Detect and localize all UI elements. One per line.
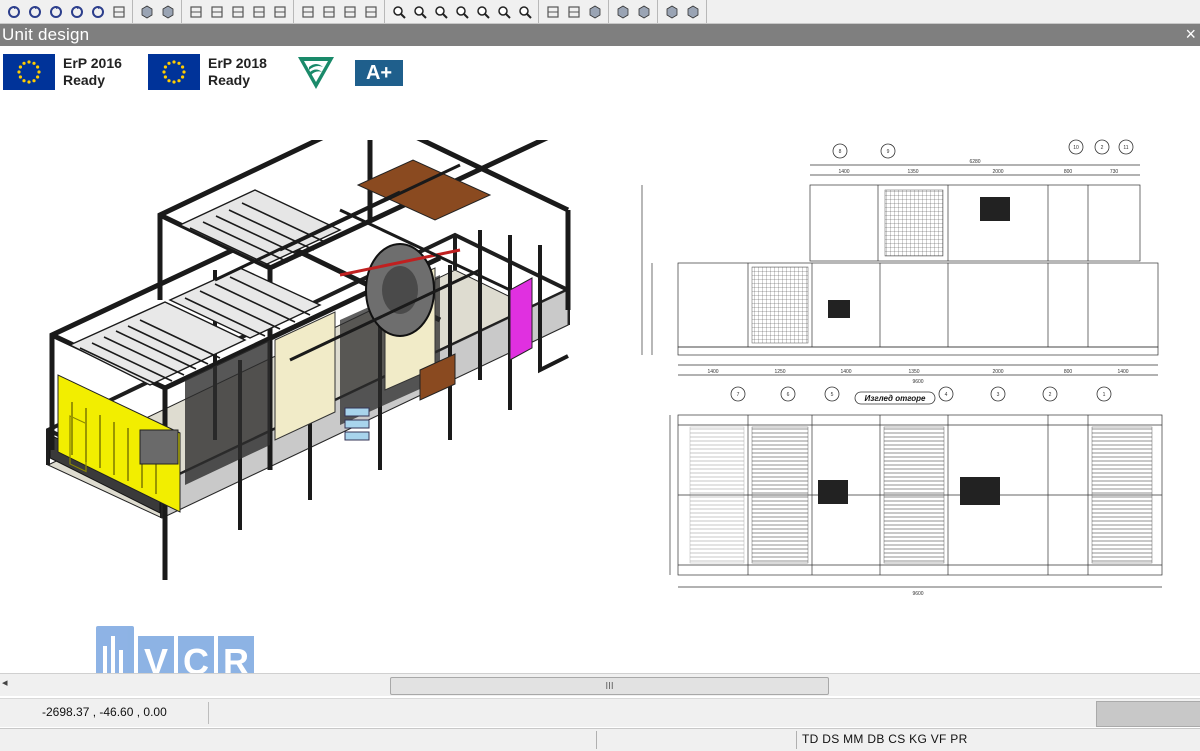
zoom-window-icon[interactable] bbox=[389, 2, 408, 21]
cube-icon[interactable] bbox=[585, 2, 604, 21]
dim-bottom-2: 1250 bbox=[774, 369, 785, 375]
callout-bottom-1: 7 bbox=[737, 392, 740, 398]
toolbar-group bbox=[385, 0, 539, 23]
scrollbar-thumb[interactable]: III bbox=[390, 677, 829, 695]
solid-cube-2-icon[interactable] bbox=[158, 2, 177, 21]
drawing-caption: Изглед отгоре bbox=[865, 394, 927, 403]
callout-top-1: 8 bbox=[839, 149, 842, 155]
zoom-in-icon[interactable] bbox=[452, 2, 471, 21]
rotate-left-icon[interactable] bbox=[25, 2, 44, 21]
box-2-icon[interactable] bbox=[683, 2, 702, 21]
callout-top-2: 9 bbox=[887, 149, 890, 155]
callout-bottom-4: 4 bbox=[945, 392, 948, 398]
dim-overall-bottom: 9600 bbox=[912, 379, 923, 385]
table-icon[interactable] bbox=[319, 2, 338, 21]
toolbar-group bbox=[609, 0, 658, 23]
erp2018-ready: Ready bbox=[208, 72, 251, 88]
thumb-grip: III bbox=[605, 680, 614, 692]
rotate-y-icon[interactable] bbox=[88, 2, 107, 21]
scroll-left-icon[interactable]: ◂ bbox=[2, 676, 8, 689]
unit-3d-view[interactable] bbox=[40, 140, 580, 620]
divider bbox=[208, 702, 209, 724]
layers-2-icon[interactable] bbox=[662, 2, 681, 21]
layers-icon[interactable] bbox=[613, 2, 632, 21]
dim-bottom-1: 1400 bbox=[707, 369, 718, 375]
dim-overall-top: 6280 bbox=[969, 159, 980, 165]
properties-icon[interactable] bbox=[543, 2, 562, 21]
dim-bottom-6: 800 bbox=[1064, 369, 1073, 375]
dim-top-3: 2000 bbox=[992, 169, 1003, 175]
toolbar-group bbox=[294, 0, 385, 23]
pan-icon[interactable] bbox=[207, 2, 226, 21]
unit-2d-drawings[interactable]: 8 9 10 2 11 7 6 5 4 3 2 1 1400 1350 2000… bbox=[630, 135, 1190, 600]
toolbar-group bbox=[0, 0, 133, 23]
callout-bottom-5: 3 bbox=[997, 392, 1000, 398]
callout-bottom-6: 2 bbox=[1049, 392, 1052, 398]
eu-flag-icon bbox=[3, 54, 55, 90]
status-flags: TD DS MM DB CS KG VF PR bbox=[802, 732, 968, 746]
grid-icon[interactable] bbox=[298, 2, 317, 21]
link-icon[interactable] bbox=[228, 2, 247, 21]
rotate-x-icon[interactable] bbox=[67, 2, 86, 21]
toolbar-group bbox=[133, 0, 182, 23]
zoom-out-icon[interactable] bbox=[410, 2, 429, 21]
dim-bottom-3: 1400 bbox=[840, 369, 851, 375]
check-icon[interactable] bbox=[109, 2, 128, 21]
rotate-right-icon[interactable] bbox=[46, 2, 65, 21]
erp2016-ready: Ready bbox=[63, 72, 106, 88]
move-icon[interactable] bbox=[186, 2, 205, 21]
dim-bottom-5: 2000 bbox=[992, 369, 1003, 375]
erp2016-label: ErP 2016 bbox=[63, 55, 122, 71]
refresh-icon[interactable] bbox=[4, 2, 23, 21]
energy-class-badge: A+ bbox=[355, 60, 403, 86]
eurovent-certification-icon bbox=[296, 55, 336, 91]
table-2-icon[interactable] bbox=[340, 2, 359, 21]
align-icon[interactable] bbox=[249, 2, 268, 21]
main-toolbar bbox=[0, 0, 1200, 24]
callout-top-4: 2 bbox=[1101, 145, 1104, 151]
dim-top-4: 800 bbox=[1064, 169, 1073, 175]
solid-cube-icon[interactable] bbox=[137, 2, 156, 21]
erp2018-label: ErP 2018 bbox=[208, 55, 267, 71]
toolbar-group bbox=[182, 0, 294, 23]
box-icon[interactable] bbox=[634, 2, 653, 21]
toolbar-group bbox=[539, 0, 609, 23]
zoom-all-icon[interactable] bbox=[494, 2, 513, 21]
window-title: Unit design bbox=[2, 25, 90, 44]
close-icon[interactable]: × bbox=[1185, 24, 1196, 45]
erp2016-badge: ErP 2016 Ready bbox=[3, 54, 122, 90]
coordinate-bar: -2698.37 , -46.60 , 0.00 bbox=[0, 698, 1200, 727]
zoom-minus-icon[interactable] bbox=[473, 2, 492, 21]
select-icon[interactable] bbox=[564, 2, 583, 21]
dim-top-5: 730 bbox=[1110, 169, 1119, 175]
cursor-coordinates: -2698.37 , -46.60 , 0.00 bbox=[42, 705, 167, 719]
coordinate-action-button[interactable] bbox=[1096, 701, 1200, 727]
window-titlebar: Unit design × bbox=[0, 24, 1200, 46]
dim-bottom-4: 1350 bbox=[908, 369, 919, 375]
zoom-dynamic-icon[interactable] bbox=[515, 2, 534, 21]
eu-flag-icon bbox=[148, 54, 200, 90]
toolbar-group bbox=[658, 0, 707, 23]
callout-top-3: 10 bbox=[1073, 145, 1079, 151]
callout-bottom-2: 6 bbox=[787, 392, 790, 398]
dim-bottom-7: 1400 bbox=[1117, 369, 1128, 375]
callout-top-5: 11 bbox=[1123, 145, 1128, 151]
measure-icon[interactable] bbox=[270, 2, 289, 21]
status-bar: TD DS MM DB CS KG VF PR bbox=[0, 728, 1200, 751]
erp2018-badge: ErP 2018 Ready bbox=[148, 54, 267, 90]
frame-icon[interactable] bbox=[361, 2, 380, 21]
callout-bottom-3: 5 bbox=[831, 392, 834, 398]
dim-top-2: 1350 bbox=[907, 169, 918, 175]
dim-top-1: 1400 bbox=[838, 169, 849, 175]
horizontal-scrollbar[interactable]: ◂ III bbox=[0, 673, 1200, 696]
callout-bottom-7: 1 bbox=[1103, 392, 1106, 398]
status-divider bbox=[796, 731, 797, 749]
dim-plan-length: 9600 bbox=[912, 591, 923, 597]
zoom-extents-icon[interactable] bbox=[431, 2, 450, 21]
status-divider bbox=[596, 731, 597, 749]
